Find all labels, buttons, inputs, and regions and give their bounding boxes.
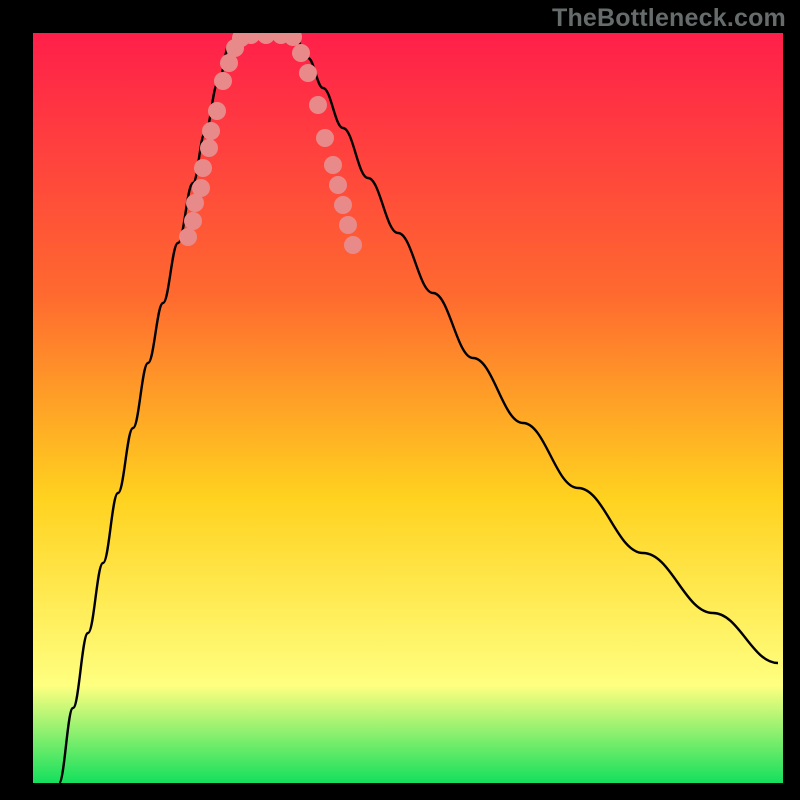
data-dot [194, 159, 212, 177]
gradient-bg [33, 33, 783, 783]
chart-svg [33, 33, 783, 783]
data-dot [202, 122, 220, 140]
data-dot [299, 64, 317, 82]
data-dot [200, 139, 218, 157]
data-dot [309, 96, 327, 114]
data-dot [184, 212, 202, 230]
data-dot [334, 196, 352, 214]
data-dot [214, 72, 232, 90]
data-dot [292, 44, 310, 62]
data-dot [316, 129, 334, 147]
data-dot [208, 102, 226, 120]
data-dot [179, 228, 197, 246]
chart-frame: TheBottleneck.com [0, 0, 800, 800]
data-dot [324, 156, 342, 174]
plot-area [33, 33, 783, 783]
data-dot [344, 236, 362, 254]
watermark-text: TheBottleneck.com [552, 4, 786, 33]
data-dot [339, 216, 357, 234]
data-dot [329, 176, 347, 194]
data-dot [192, 179, 210, 197]
